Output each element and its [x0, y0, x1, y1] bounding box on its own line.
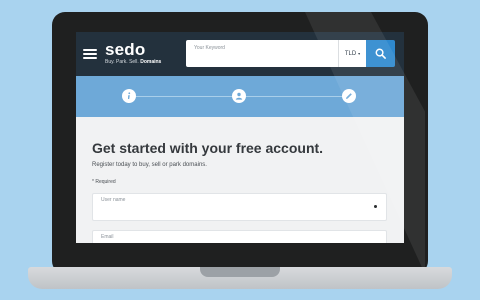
step-info[interactable]: [122, 89, 136, 103]
search-icon: [375, 48, 386, 59]
username-field[interactable]: User name: [92, 193, 387, 221]
required-star: *: [92, 179, 94, 185]
user-icon: [235, 92, 243, 100]
tld-dropdown[interactable]: TLD ▾: [338, 40, 366, 67]
email-label: Email: [101, 234, 114, 240]
username-label: User name: [101, 197, 126, 203]
email-field[interactable]: Email: [92, 230, 387, 243]
search-button[interactable]: [366, 40, 395, 67]
signup-form: Get started with your free account. Regi…: [76, 117, 404, 243]
hamburger-menu-icon[interactable]: [83, 49, 97, 59]
logo[interactable]: sedo: [105, 40, 145, 60]
tagline-text: Buy. Park. Sell.: [105, 59, 139, 65]
required-note: * Required: [92, 179, 116, 185]
required-label: Required: [95, 179, 116, 185]
logo-tagline: Buy. Park. Sell. Domains: [105, 59, 161, 65]
search-placeholder: Your Keyword: [194, 45, 225, 51]
keyword-search-input[interactable]: Your Keyword: [186, 40, 338, 67]
required-dot-icon: [374, 205, 377, 208]
caret-down-icon: ▾: [358, 51, 361, 56]
page-title: Get started with your free account.: [92, 140, 324, 156]
screen: sedo Buy. Park. Sell. Domains Your Keywo…: [76, 32, 404, 243]
laptop-hinge-notch: [200, 267, 280, 277]
info-icon: [128, 92, 131, 99]
tagline-bold: Domains: [140, 59, 162, 65]
step-edit[interactable]: [342, 89, 356, 103]
page-subtitle: Register today to buy, sell or park doma…: [92, 162, 207, 168]
step-user[interactable]: [232, 89, 246, 103]
pencil-icon: [346, 93, 352, 99]
site-header: sedo Buy. Park. Sell. Domains Your Keywo…: [76, 32, 404, 76]
tld-label: TLD: [344, 50, 357, 57]
